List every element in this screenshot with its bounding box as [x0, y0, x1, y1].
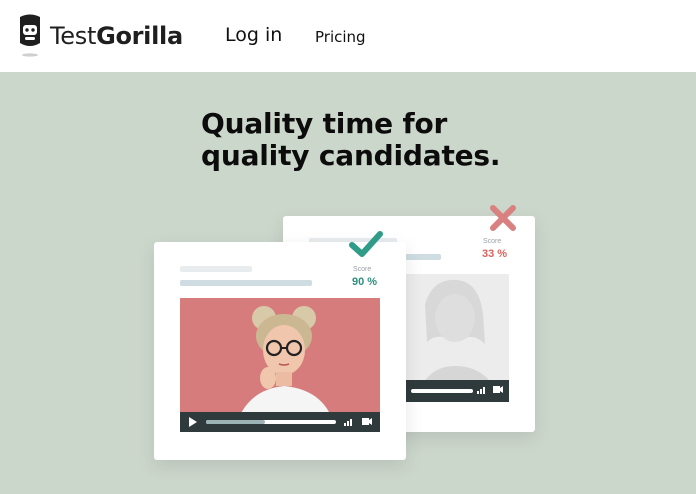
hero-section: Quality time for quality candidates. Sco…: [0, 72, 696, 494]
placeholder-line: [180, 266, 252, 272]
score-value: 90 %: [352, 276, 378, 288]
hero-title: Quality time for quality candidates.: [201, 107, 501, 172]
score-value: 33 %: [482, 248, 508, 260]
video-controls: [405, 380, 509, 402]
volume-icon[interactable]: [344, 418, 354, 426]
hero-title-line-1: Quality time for: [201, 107, 448, 140]
score-label: Score: [483, 238, 502, 245]
placeholder-line: [180, 280, 312, 286]
score-label: Score: [353, 266, 372, 273]
candidate-video-accepted[interactable]: [180, 298, 380, 432]
video-controls: [180, 412, 380, 432]
checkmark-icon: [349, 231, 383, 257]
pricing-link[interactable]: Pricing: [315, 28, 366, 46]
candidate-video-rejected[interactable]: [405, 274, 509, 402]
hero-title-line-2: quality candidates.: [201, 139, 501, 172]
site-header: TestGorilla Log in Pricing: [0, 0, 696, 72]
testgorilla-logo[interactable]: TestGorilla: [16, 12, 183, 60]
logo-text-light: Test: [50, 22, 97, 50]
video-progress-fill: [206, 420, 265, 424]
video-progress-bar[interactable]: [411, 389, 473, 393]
gorilla-logo-icon: [20, 14, 40, 57]
volume-icon[interactable]: [477, 386, 487, 394]
video-progress-bar[interactable]: [206, 420, 336, 424]
camera-icon[interactable]: [362, 418, 372, 425]
candidate-card-accepted: Score 90 %: [154, 231, 406, 460]
login-link[interactable]: Log in: [225, 24, 282, 46]
logo-text-bold: Gorilla: [96, 22, 183, 50]
cross-icon: [490, 205, 516, 231]
logo-wordmark: TestGorilla: [50, 22, 183, 50]
play-icon[interactable]: [189, 417, 197, 427]
camera-icon[interactable]: [493, 386, 503, 393]
